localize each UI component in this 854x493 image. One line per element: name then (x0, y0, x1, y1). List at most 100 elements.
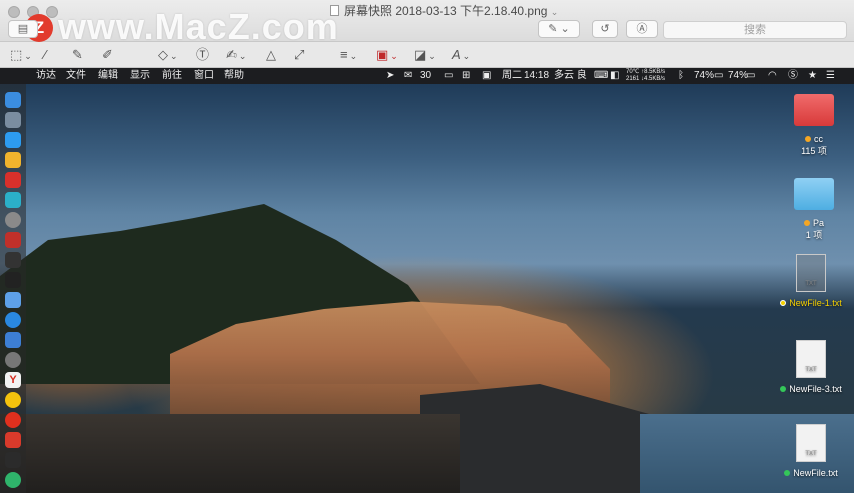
desktop-folder-cc[interactable]: cc 115 项 (786, 94, 842, 157)
shapes-icon[interactable]: ◇ (158, 47, 178, 63)
document-title-text: 屏幕快照 2018-03-13 下午2.18.40.png (344, 4, 548, 18)
chevron-down-icon[interactable]: ⌄ (551, 7, 559, 17)
safari-icon[interactable] (5, 132, 21, 148)
input-source-icon[interactable]: ◧ (610, 68, 619, 84)
app-store-icon[interactable] (5, 312, 21, 328)
screenshot-canvas: 访达 文件 编辑 显示 前往 窗口 帮助 ➤ ✉ 30 ▭ ⊞ ▣ 周二 14:… (0, 68, 854, 493)
keyboard-icon[interactable]: ⌨ (594, 68, 608, 84)
battery-icon[interactable]: ▭ (746, 68, 755, 84)
desktop-item-count: 115 项 (801, 146, 827, 156)
screen-icon[interactable]: ▣ (482, 68, 491, 84)
desktop-item-name: NewFile.txt (793, 468, 838, 478)
day-label: 周二 (502, 70, 522, 81)
folder-icon (794, 178, 834, 210)
adjust-size-icon[interactable]: ⤢ (294, 47, 304, 63)
app-green-icon[interactable] (5, 472, 21, 488)
txt-file-icon: TXT (796, 424, 826, 462)
tag-dot (784, 470, 791, 476)
txt-file-icon: TXT (796, 340, 826, 378)
signature-icon[interactable]: ✍ (226, 47, 246, 63)
macos-menubar: 访达 文件 编辑 显示 前往 窗口 帮助 ➤ ✉ 30 ▭ ⊞ ▣ 周二 14:… (0, 68, 854, 84)
clock-time[interactable]: 14:18 (524, 68, 549, 84)
weather-label[interactable]: 多云 良 (554, 68, 587, 84)
app-red3-icon[interactable] (5, 412, 21, 428)
markup-toolbar-button[interactable]: Ⓐ (626, 20, 658, 38)
yandex-icon[interactable]: Y (5, 372, 21, 388)
folder-icon (794, 94, 834, 126)
desktop-item-label: NewFile-1.txt (774, 298, 848, 308)
border-color-icon[interactable]: ▣ (376, 47, 398, 63)
pen-markup-button[interactable]: ✎ ⌄ (538, 20, 580, 38)
net-up-value: ↑8.5KB/s (641, 69, 666, 75)
menu-file[interactable]: 文件 (66, 68, 86, 84)
wechat-count: 30 (420, 70, 432, 81)
star-icon[interactable]: ★ (808, 68, 817, 84)
dock: Y (0, 84, 26, 493)
app-blue-icon[interactable] (5, 292, 21, 308)
desktop-file-newfile[interactable]: TXT NewFile.txt (774, 424, 848, 478)
desktop-folder-pa[interactable]: Pa 1 项 (786, 178, 842, 241)
desktop-item-label: NewFile-3.txt (774, 384, 848, 394)
sketch-icon[interactable]: ✎ (72, 47, 83, 63)
menu-window[interactable]: 窗口 (194, 68, 214, 84)
close-button[interactable] (8, 6, 20, 18)
location-icon[interactable]: ➤ (386, 68, 394, 84)
app-gray-icon[interactable] (5, 212, 21, 228)
draw-icon[interactable]: ✐ (102, 47, 113, 63)
magic-wand-icon[interactable]: ⁄ (44, 47, 46, 63)
rect-select-icon[interactable]: ⬚ (10, 47, 32, 63)
fill-color-icon[interactable]: ◪ (414, 47, 436, 63)
net-down-value: ↓4.5KB/s (641, 76, 666, 82)
desktop-item-name: cc (814, 134, 823, 144)
app-status-icon[interactable]: Ⓢ (788, 68, 798, 84)
menu-go[interactable]: 前往 (162, 68, 182, 84)
window-titlebar: Z www.MacZ.com 屏幕快照 2018-03-13 下午2.18.40… (0, 0, 854, 47)
menu-view[interactable]: 显示 (130, 68, 150, 84)
console-icon[interactable] (5, 452, 21, 468)
battery-percent-1: 74% (694, 70, 715, 81)
vivaldi-icon[interactable] (5, 432, 21, 448)
photos-icon[interactable] (5, 152, 21, 168)
document-title: 屏幕快照 2018-03-13 下午2.18.40.png ⌄ (330, 2, 558, 19)
system-prefs-icon[interactable] (5, 352, 21, 368)
desktop-item-name: NewFile-3.txt (789, 384, 842, 394)
search-input[interactable]: 搜索 (663, 21, 847, 39)
grid-icon[interactable]: ⊞ (462, 68, 470, 84)
menu-edit[interactable]: 编辑 (98, 68, 118, 84)
terminal-icon[interactable] (5, 272, 21, 288)
app-store2-icon[interactable] (5, 332, 21, 348)
menu-finder[interactable]: 访达 (36, 68, 56, 84)
line-style-icon[interactable]: ≡ (340, 47, 357, 63)
finder-icon[interactable] (5, 92, 21, 108)
desktop-item-label: Pa (786, 218, 842, 228)
system-stats[interactable]: 70℃ ↑8.5KB/s 2161 ↓4.5KB/s (626, 69, 665, 83)
app-red2-icon[interactable] (5, 232, 21, 248)
chrome-icon[interactable] (5, 392, 21, 408)
desktop-wallpaper (0, 84, 854, 493)
bluetooth-icon[interactable]: ᛒ (678, 68, 684, 84)
launchpad-icon[interactable] (5, 112, 21, 128)
app-teal-icon[interactable] (5, 192, 21, 208)
desktop-file-newfile-3[interactable]: TXT NewFile-3.txt (774, 340, 848, 394)
tag-dot (803, 220, 810, 226)
menu-help[interactable]: 帮助 (224, 68, 244, 84)
app-red-icon[interactable] (5, 172, 21, 188)
tag-dot (780, 386, 787, 392)
display-icon[interactable]: ▭ (444, 68, 453, 84)
desktop-file-newfile-1[interactable]: TXT NewFile-1.txt (774, 254, 848, 308)
battery-icon[interactable]: ▭ (714, 68, 723, 84)
text-style-icon[interactable]: A (452, 47, 470, 63)
adjust-color-icon[interactable]: △ (266, 47, 276, 63)
wifi-icon[interactable]: ◠ (768, 68, 777, 84)
txt-file-icon: TXT (796, 254, 826, 292)
desktop-item-name: NewFile-1.txt (789, 298, 842, 308)
desktop-item-count: 1 项 (805, 230, 823, 240)
activity-monitor-icon[interactable] (5, 252, 21, 268)
menu-list-icon[interactable]: ☰ (826, 68, 835, 84)
sidebar-toggle-button[interactable]: ▤ (8, 20, 38, 38)
document-icon (330, 5, 339, 16)
wechat-icon[interactable]: ✉ (404, 68, 412, 84)
battery-percent-2: 74% (728, 70, 749, 81)
rotate-button[interactable]: ↺ (592, 20, 618, 38)
text-box-icon[interactable]: Ⓣ (196, 47, 209, 63)
